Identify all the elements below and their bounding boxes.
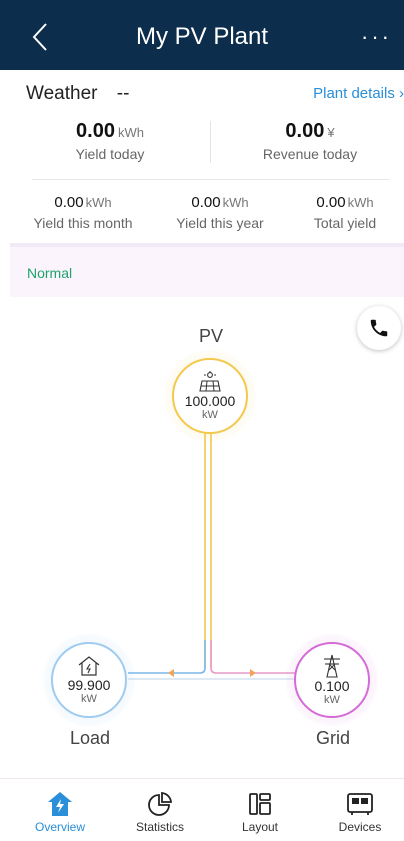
grid-power-value: 0.100 (314, 678, 350, 694)
solar-panel-icon (199, 371, 221, 392)
flow-arrow-right (250, 669, 256, 677)
tab-statistics-label: Statistics (135, 820, 184, 834)
tab-devices[interactable]: Devices (320, 788, 400, 834)
tab-overview-label: Overview (34, 820, 85, 834)
layout-icon (249, 793, 271, 815)
home-load-icon (78, 656, 100, 676)
load-node[interactable]: 99.900 kW (51, 642, 127, 718)
tab-layout-label: Layout (241, 820, 279, 834)
pv-label: PV (199, 326, 224, 346)
tab-bar-divider (0, 778, 404, 779)
pv-to-load-line (128, 640, 206, 674)
load-power-value: 99.900 (67, 677, 111, 693)
tab-statistics[interactable]: Statistics (120, 788, 200, 834)
load-label: Load (70, 728, 111, 748)
load-power-unit: kW (81, 693, 97, 705)
tab-devices-label: Devices (338, 820, 382, 834)
grid-power-unit: kW (324, 694, 340, 706)
pv-power-value: 100.000 (184, 393, 236, 409)
tab-overview[interactable]: Overview (20, 788, 100, 834)
power-tower-icon (324, 654, 340, 678)
pv-power-unit: kW (202, 409, 218, 421)
pv-node[interactable]: 100.000 kW (172, 358, 248, 434)
devices-icon (347, 793, 373, 815)
grid-label: Grid (316, 728, 351, 748)
flow-arrow-left (168, 669, 174, 677)
tab-layout[interactable]: Layout (220, 788, 300, 834)
pie-chart-icon (148, 792, 172, 816)
overview-bolt-icon (48, 792, 72, 816)
grid-node[interactable]: 0.100 kW (294, 642, 370, 718)
